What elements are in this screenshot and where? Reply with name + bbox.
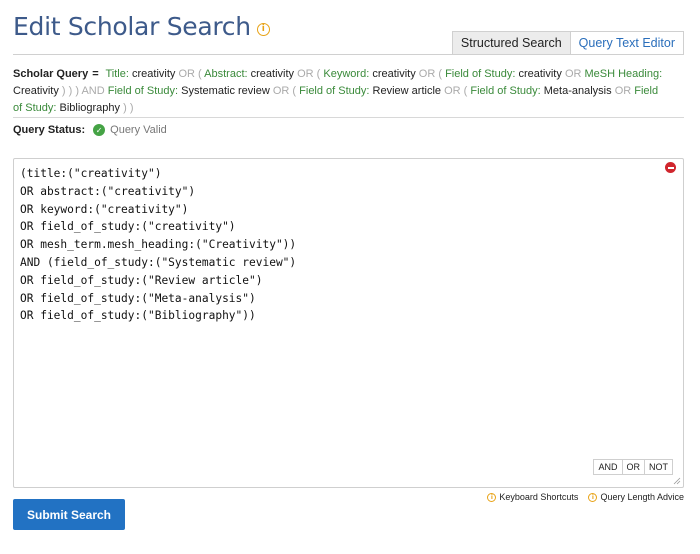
- summary-field: Field of Study:: [470, 85, 541, 97]
- scholar-query-summary: Scholar Query = Title: creativity OR ( Ab…: [13, 66, 665, 117]
- code-line: AND (field_of_study:("Systematic review"…: [20, 255, 297, 269]
- summary-field: Keyword:: [323, 68, 370, 80]
- summary-field: Study:: [25, 102, 57, 114]
- summary-operator: AND: [81, 85, 105, 97]
- code-line: OR field_of_study:("Bibliography")): [20, 309, 256, 323]
- summary-operator: ) ) ): [61, 85, 80, 97]
- summary-label: Scholar Query: [13, 68, 89, 80]
- query-text-editor[interactable]: (title:("creativity") OR abstract:("crea…: [13, 158, 684, 488]
- code-line: OR mesh_term.mesh_heading:("Creativity")…: [20, 238, 297, 252]
- summary-value: Review article: [372, 85, 442, 97]
- summary-field: MeSH Heading:: [584, 68, 663, 80]
- keyboard-shortcuts-link[interactable]: i Keyboard Shortcuts: [487, 492, 578, 502]
- summary-equals: =: [92, 68, 99, 80]
- summary-value: Meta-analysis: [543, 85, 612, 97]
- summary-field: Abstract:: [204, 68, 248, 80]
- summary-value: Bibliography: [59, 102, 121, 114]
- info-icon: i: [588, 492, 598, 502]
- page-title: Edit Scholar Search: [13, 12, 251, 41]
- resize-grip-icon[interactable]: [673, 477, 681, 485]
- code-line: (title:("creativity"): [20, 167, 162, 180]
- summary-operator: OR (: [444, 85, 468, 97]
- summary-field: Field of Study:: [299, 85, 370, 97]
- code-line: OR abstract:("creativity"): [20, 184, 196, 198]
- tab-structured-search[interactable]: Structured Search: [451, 31, 570, 55]
- help-links: i Keyboard Shortcuts i Query Length Advi…: [477, 492, 684, 502]
- summary-operator: OR (: [272, 85, 297, 97]
- summary-operator: ) ): [123, 102, 134, 114]
- not-button[interactable]: NOT: [645, 459, 673, 475]
- code-line: OR field_of_study:("creativity"): [20, 220, 236, 234]
- or-button[interactable]: OR: [622, 459, 645, 475]
- summary-value: creativity: [518, 68, 562, 80]
- code-line: OR field_of_study:("Review article"): [20, 273, 263, 287]
- title-row: Edit Scholar Search i: [13, 12, 270, 41]
- summary-field: Field of Study:: [445, 68, 516, 80]
- summary-value: creativity: [250, 68, 295, 80]
- submit-search-button[interactable]: Submit Search: [13, 499, 125, 530]
- code-area[interactable]: (title:("creativity") OR abstract:("crea…: [14, 165, 296, 325]
- status-label: Query Status:: [13, 124, 86, 136]
- summary-divider: [13, 117, 684, 118]
- query-length-advice-link[interactable]: i Query Length Advice: [588, 492, 684, 502]
- summary-field: Title:: [105, 68, 129, 80]
- summary-operator: OR (: [178, 68, 202, 80]
- summary-field: Field of Study:: [107, 85, 179, 97]
- code-line: OR field_of_study:("Meta-analysis"): [20, 291, 256, 305]
- check-icon: ✓: [93, 124, 106, 136]
- editor-tabs: Structured Search Query Text Editor: [451, 31, 684, 55]
- summary-value: Systematic review: [181, 85, 270, 97]
- summary-value: creativity: [372, 68, 416, 80]
- tab-divider: [13, 54, 684, 55]
- query-length-advice-label: Query Length Advice: [600, 492, 684, 502]
- query-status: Query Status: ✓ Query Valid: [13, 124, 167, 136]
- clear-query-icon[interactable]: [665, 162, 676, 173]
- and-button[interactable]: AND: [593, 459, 623, 475]
- operator-buttons: AND OR NOT: [593, 459, 673, 475]
- summary-value: Creativity: [13, 85, 59, 97]
- summary-operator: OR (: [297, 68, 321, 80]
- summary-operator: OR (: [418, 68, 443, 80]
- tab-query-text-editor[interactable]: Query Text Editor: [569, 31, 684, 55]
- summary-operator: OR: [564, 68, 582, 80]
- info-icon: i: [487, 492, 497, 502]
- summary-operator: OR: [614, 85, 632, 97]
- summary-value: creativity: [132, 68, 176, 80]
- info-icon[interactable]: i: [256, 23, 270, 36]
- code-line: OR keyword:("creativity"): [20, 202, 189, 216]
- status-value: Query Valid: [110, 124, 167, 136]
- keyboard-shortcuts-label: Keyboard Shortcuts: [499, 492, 579, 502]
